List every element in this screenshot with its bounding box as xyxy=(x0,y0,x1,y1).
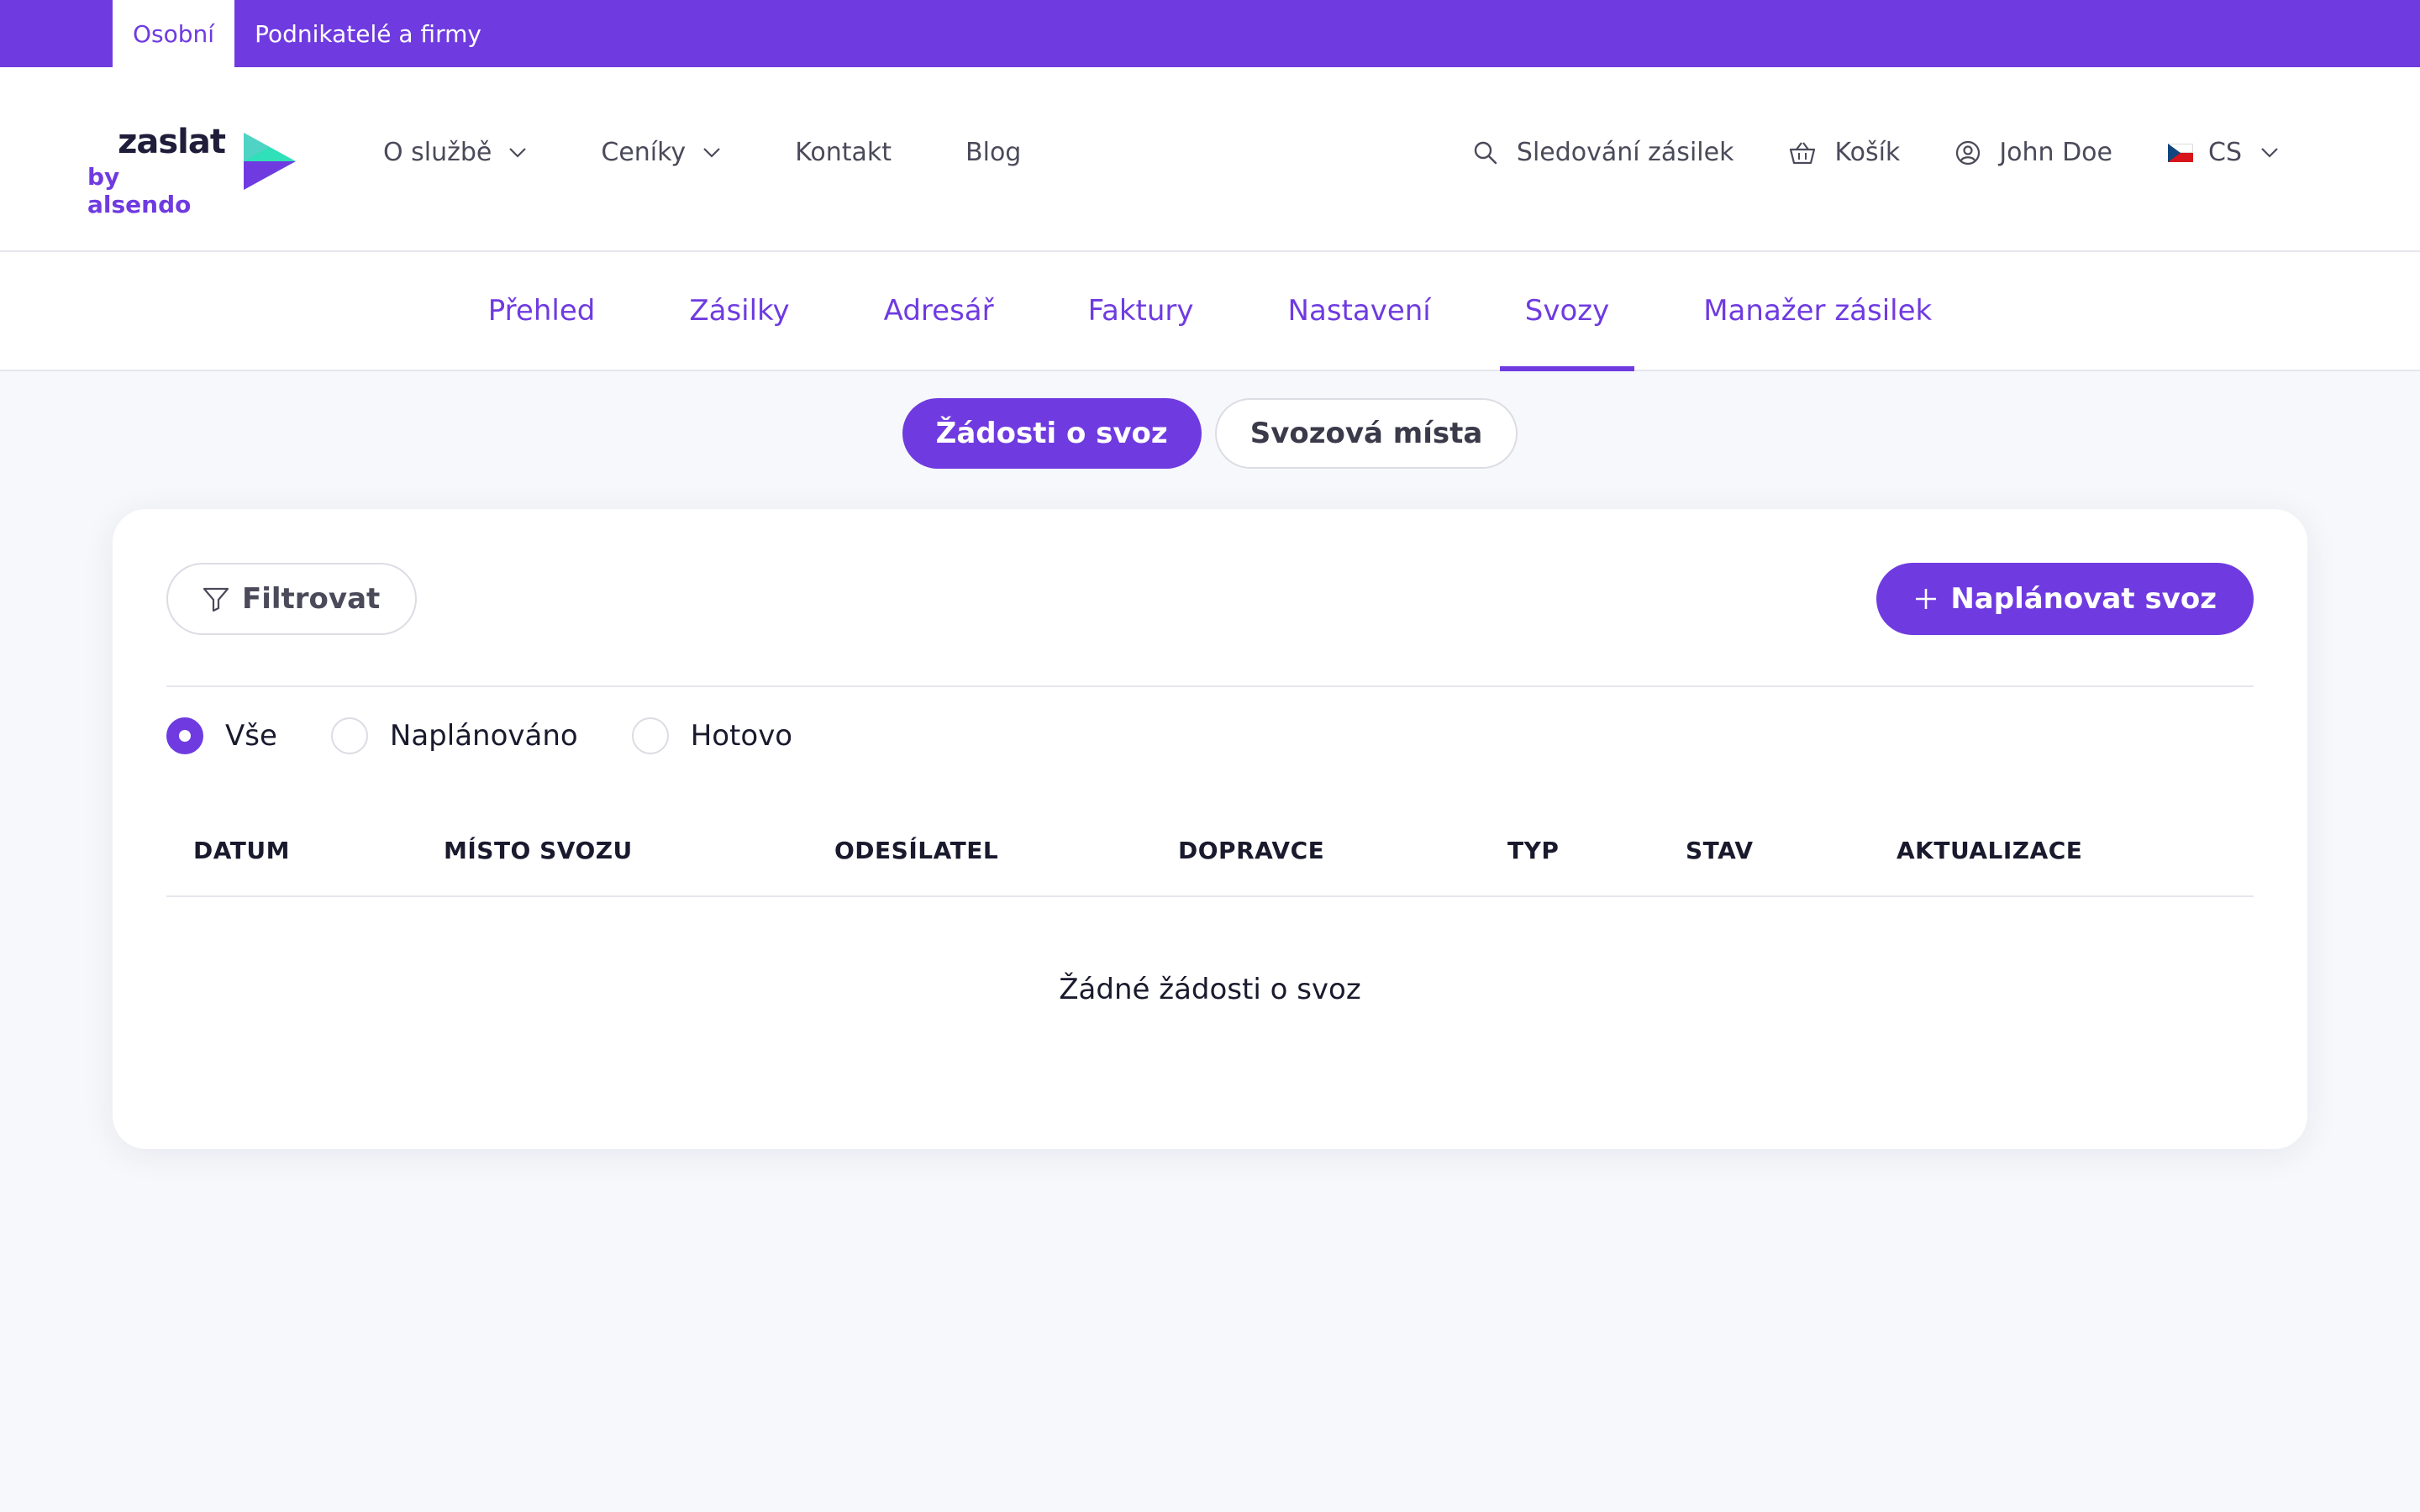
czech-flag-icon xyxy=(2168,143,2193,162)
site-header: zaslat by alsendo O službě Ceníky Kontak… xyxy=(0,67,2420,252)
nav-item-about[interactable]: O službě xyxy=(383,138,527,167)
column-header-sender[interactable]: ODESÍLATEL xyxy=(834,823,998,879)
status-radio-all[interactable]: Vše xyxy=(166,717,277,754)
audience-bar: Osobní Podnikatelé a firmy xyxy=(0,0,2420,67)
radio-label: Naplánováno xyxy=(389,719,578,753)
search-icon xyxy=(1474,141,1497,164)
cart-label: Košík xyxy=(1834,138,1901,167)
tab-shipment-manager[interactable]: Manažer zásilek xyxy=(1678,252,1957,370)
column-header-date[interactable]: DATUM xyxy=(193,823,290,879)
tab-overview[interactable]: Přehled xyxy=(463,252,621,370)
user-nav: Sledování zásilek Košík John Doe CS xyxy=(1418,138,2279,167)
logo-subtitle: by alsendo xyxy=(87,163,192,218)
nav-item-pricing[interactable]: Ceníky xyxy=(601,138,721,167)
plan-pickup-label: Naplánovat svoz xyxy=(1950,582,2217,616)
language-label: CS xyxy=(2208,138,2242,167)
nav-item-blog[interactable]: Blog xyxy=(965,138,1021,167)
funnel-icon xyxy=(203,587,229,612)
user-menu[interactable]: John Doe xyxy=(1955,138,2112,167)
table-header: DATUM MÍSTO SVOZU ODESÍLATEL DOPRAVCE TY… xyxy=(166,823,2254,897)
user-circle-icon xyxy=(1956,140,1981,165)
radio-button[interactable] xyxy=(166,717,203,754)
audience-tab-business[interactable]: Podnikatelé a firmy xyxy=(234,0,502,67)
tab-pickups[interactable]: Svozy xyxy=(1499,252,1635,371)
column-header-carrier[interactable]: DOPRAVCE xyxy=(1178,823,1324,879)
cart-link[interactable]: Košík xyxy=(1789,138,1900,167)
account-tabs: Přehled Zásilky Adresář Faktury Nastaven… xyxy=(0,252,2420,371)
main-nav: O službě Ceníky Kontakt Blog xyxy=(383,138,1095,167)
status-filter: Vše Naplánováno Hotovo xyxy=(166,717,846,754)
column-header-pickup-place[interactable]: MÍSTO SVOZU xyxy=(444,823,633,879)
divider xyxy=(166,685,2254,687)
column-header-updated[interactable]: AKTUALIZACE xyxy=(1897,823,2082,879)
column-header-status[interactable]: STAV xyxy=(1686,823,1754,879)
radio-label: Vše xyxy=(225,719,277,753)
pickup-subtabs: Žádosti o svoz Svozová místa xyxy=(0,398,2420,469)
nav-item-contact[interactable]: Kontakt xyxy=(795,138,892,167)
plan-pickup-button[interactable]: Naplánovat svoz xyxy=(1876,563,2254,635)
radio-label: Hotovo xyxy=(690,719,793,753)
tab-settings[interactable]: Nastavení xyxy=(1263,252,1456,370)
filter-button[interactable]: Filtrovat xyxy=(166,563,418,635)
filter-label: Filtrovat xyxy=(242,582,381,616)
nav-item-label: O službě xyxy=(383,138,492,167)
tab-shipments[interactable]: Zásilky xyxy=(664,252,814,370)
chevron-down-icon xyxy=(2261,147,2278,158)
status-radio-planned[interactable]: Naplánováno xyxy=(330,717,578,754)
subtab-pickup-locations[interactable]: Svozová místa xyxy=(1214,398,1518,469)
pickup-requests-card: Filtrovat Naplánovat svoz Vše Naplánován… xyxy=(113,509,2307,1149)
audience-tab-personal[interactable]: Osobní xyxy=(113,0,235,67)
radio-button[interactable] xyxy=(330,717,368,754)
basket-icon xyxy=(1790,141,1816,164)
empty-state-message: Žádné žádosti o svoz xyxy=(1059,973,1361,1006)
status-radio-done[interactable]: Hotovo xyxy=(631,717,793,754)
plus-icon xyxy=(1916,589,1937,609)
tracking-label: Sledování zásilek xyxy=(1516,138,1734,167)
chevron-down-icon xyxy=(703,147,720,158)
logo-play-icon xyxy=(244,133,296,190)
tab-address-book[interactable]: Adresář xyxy=(859,252,1019,370)
nav-item-label: Ceníky xyxy=(601,138,687,167)
logo-wordmark: zaslat xyxy=(118,123,226,161)
language-selector[interactable]: CS xyxy=(2168,138,2279,167)
user-name: John Doe xyxy=(1999,138,2112,167)
tab-invoices[interactable]: Faktury xyxy=(1063,252,1219,370)
radio-button[interactable] xyxy=(631,717,669,754)
tracking-link[interactable]: Sledování zásilek xyxy=(1473,138,1734,167)
column-header-type[interactable]: TYP xyxy=(1507,823,1559,879)
chevron-down-icon xyxy=(509,147,527,158)
subtab-pickup-requests[interactable]: Žádosti o svoz xyxy=(902,398,1202,469)
logo[interactable]: zaslat by alsendo xyxy=(87,123,306,218)
